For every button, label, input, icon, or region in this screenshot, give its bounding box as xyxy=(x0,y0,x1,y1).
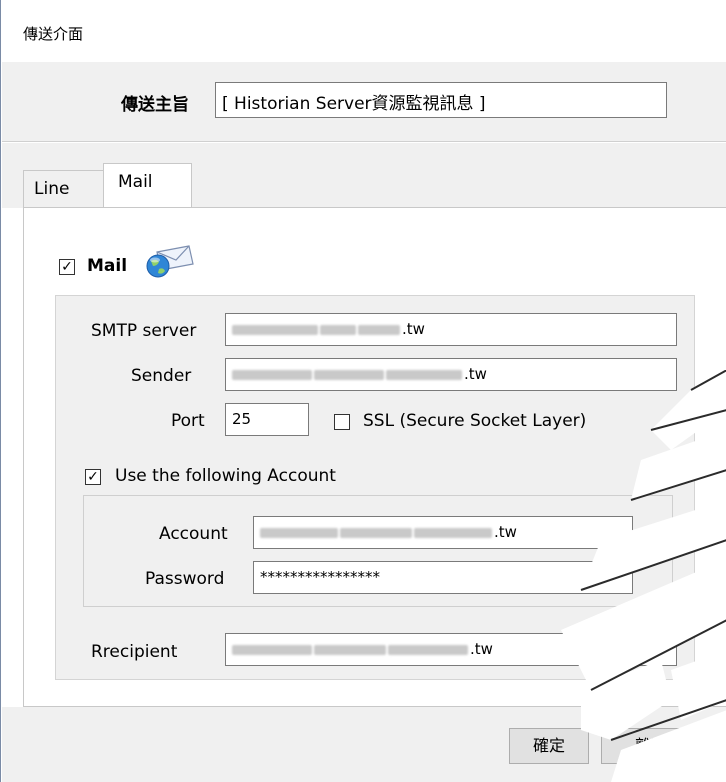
account-suffix: .tw xyxy=(494,523,517,541)
redacted-text xyxy=(386,369,462,380)
redacted-text xyxy=(232,324,318,335)
subject-input[interactable]: [ Historian Server資源監視訊息 ] xyxy=(215,82,667,118)
smtp-server-input[interactable]: .tw xyxy=(225,313,677,346)
title-bar: 傳送介面 xyxy=(1,0,726,62)
window-title: 傳送介面 xyxy=(23,25,84,43)
mail-enable-label: Mail xyxy=(87,256,128,276)
redacted-text xyxy=(340,527,412,538)
tab-mail[interactable]: Mail xyxy=(103,163,192,209)
redacted-text xyxy=(388,644,468,655)
redacted-text xyxy=(314,644,386,655)
watermark xyxy=(561,370,726,782)
tab-line[interactable]: Line xyxy=(23,170,104,208)
port-label: Port xyxy=(171,411,205,431)
redacted-text xyxy=(414,527,492,538)
redacted-text xyxy=(232,644,312,655)
redacted-text xyxy=(358,324,400,335)
ssl-checkbox[interactable] xyxy=(334,414,350,430)
use-account-label: Use the following Account xyxy=(115,466,336,486)
recipient-label: Rrecipient xyxy=(91,642,178,662)
use-account-checkbox[interactable]: ✓ xyxy=(85,469,101,485)
redacted-text xyxy=(232,369,312,380)
redacted-text xyxy=(260,527,338,538)
sender-label: Sender xyxy=(131,366,192,386)
password-label: Password xyxy=(145,569,225,589)
recipient-suffix: .tw xyxy=(470,640,493,658)
smtp-server-suffix: .tw xyxy=(402,320,425,338)
dialog-window: 傳送介面 傳送主旨 [ Historian Server資源監視訊息 ] Lin… xyxy=(0,0,726,782)
subject-label: 傳送主旨 xyxy=(121,95,189,115)
smtp-server-label: SMTP server xyxy=(91,321,197,341)
redacted-text xyxy=(320,324,356,335)
mail-globe-icon xyxy=(146,245,194,278)
redacted-text xyxy=(314,369,384,380)
port-input[interactable]: 25 xyxy=(225,403,309,436)
account-label: Account xyxy=(159,524,228,544)
sender-suffix: .tw xyxy=(464,365,487,383)
mail-enable-checkbox[interactable]: ✓ xyxy=(59,259,75,275)
